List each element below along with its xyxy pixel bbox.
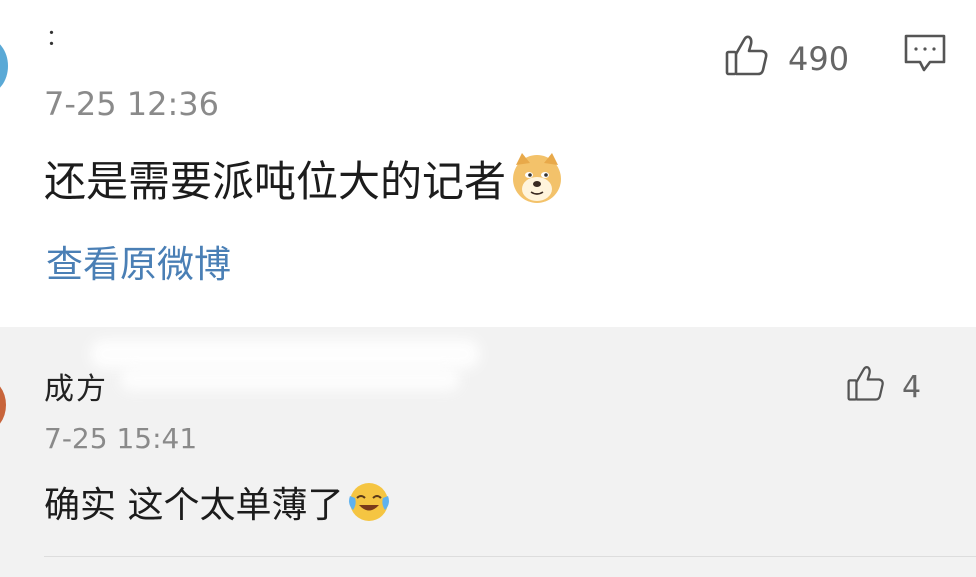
reply-content: 确实 这个太单薄了 bbox=[44, 480, 391, 531]
view-original-weibo-link[interactable]: 查看原微博 bbox=[46, 246, 231, 283]
divider bbox=[44, 556, 976, 557]
thumbs-up-icon bbox=[724, 32, 770, 86]
like-count: 490 bbox=[788, 40, 850, 78]
comment-icon bbox=[902, 34, 948, 80]
reply-comment: 成方 7-25 15:41 确实 这个太单薄了 4 bbox=[0, 327, 976, 577]
username[interactable]: ： bbox=[46, 28, 68, 50]
thumbs-up-icon bbox=[846, 363, 886, 411]
redaction-smudge bbox=[90, 339, 480, 369]
timestamp: 7-25 15:41 bbox=[44, 422, 198, 455]
timestamp: 7-25 12:36 bbox=[44, 85, 220, 123]
doge-emoji bbox=[510, 151, 564, 212]
like-count: 4 bbox=[902, 369, 922, 405]
weibo-post: ： 7-25 12:36 还是需要派吨位大的记者 查看原微博 490 bbox=[0, 0, 976, 327]
like-button[interactable]: 490 bbox=[724, 32, 849, 86]
avatar[interactable] bbox=[0, 379, 6, 431]
like-button[interactable]: 4 bbox=[846, 363, 921, 411]
reply-text: 确实 这个太单薄了 bbox=[44, 484, 344, 526]
avatar[interactable] bbox=[0, 38, 8, 94]
comment-button[interactable] bbox=[902, 32, 948, 76]
redaction-smudge bbox=[120, 367, 460, 391]
crying-laughing-emoji bbox=[347, 480, 391, 531]
post-content: 还是需要派吨位大的记者 bbox=[44, 151, 564, 212]
post-text: 还是需要派吨位大的记者 bbox=[44, 156, 507, 206]
username[interactable]: 成方 bbox=[44, 375, 108, 405]
